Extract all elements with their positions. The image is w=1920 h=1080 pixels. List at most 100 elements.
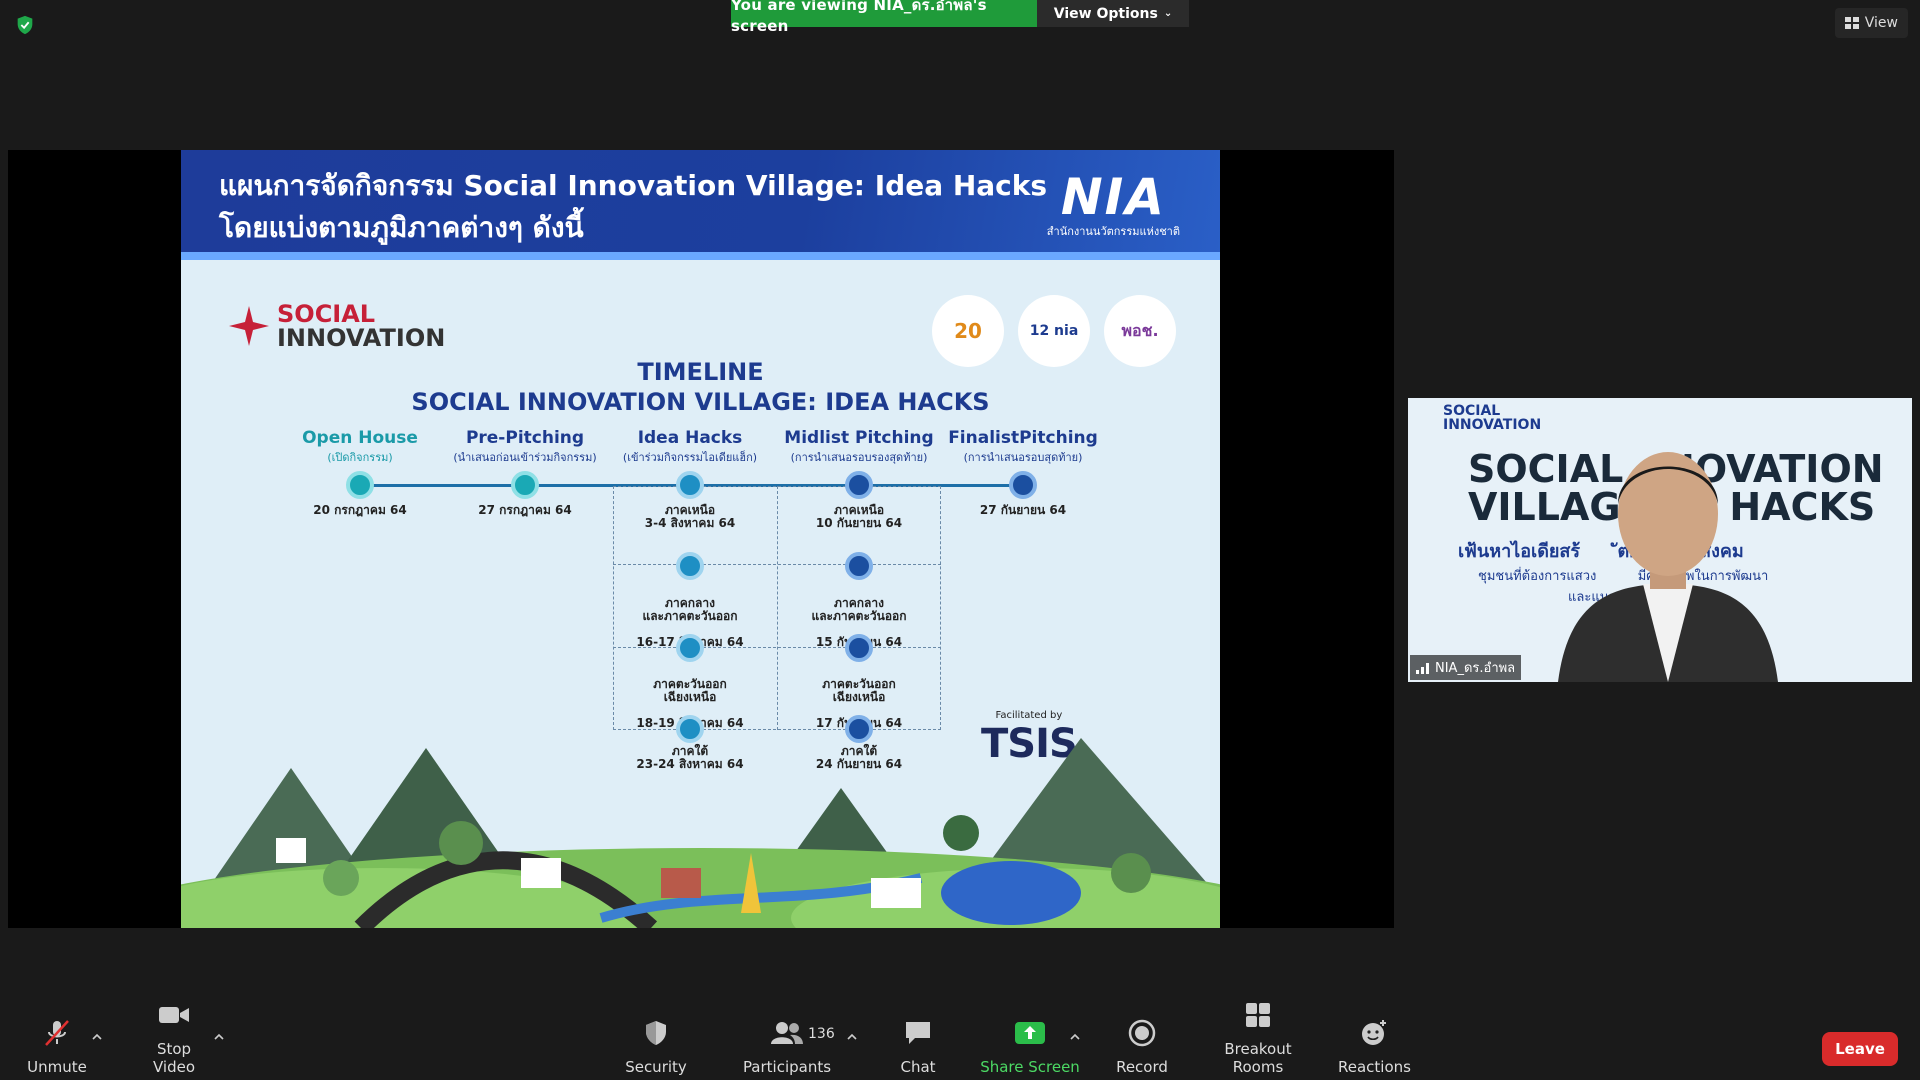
region-name: ภาคกลาง และภาคตะวันออก	[642, 596, 738, 623]
muted-microphone-icon	[45, 1020, 69, 1046]
chat-label: Chat	[900, 1058, 936, 1076]
reactions-label: Reactions	[1338, 1058, 1411, 1076]
record-icon	[1128, 1019, 1156, 1047]
participants-button[interactable]: Participants	[740, 1014, 834, 1076]
unmute-label: Unmute	[27, 1058, 87, 1076]
badge-12-nia: 12 nia	[1018, 295, 1090, 367]
timeline-dot	[511, 471, 539, 499]
leave-button[interactable]: Leave	[1822, 1032, 1898, 1066]
stage-name: FinalistPitching	[948, 428, 1098, 448]
si-logo-line2: INNOVATION	[277, 324, 446, 352]
participant-person	[1558, 452, 1778, 682]
chevron-up-icon[interactable]	[90, 1030, 104, 1044]
security-button[interactable]: Security	[621, 1014, 691, 1076]
record-label: Record	[1116, 1058, 1168, 1076]
view-options-button[interactable]: View Options ⌄	[1037, 0, 1189, 27]
participant-count: 136	[808, 1026, 835, 1042]
stage-midlist-pitching: Midlist Pitching (การนำเสนอรอบรองสุดท้าย…	[764, 428, 954, 466]
region-name: ภาคกลาง และภาคตะวันออก	[811, 596, 907, 623]
stop-video-label: Stop Video	[152, 1040, 196, 1076]
participant-name-tag: NIA_ดร.อำพล	[1410, 655, 1522, 680]
idea-hacks-region: ภาคเหนือ 3-4 สิงหาคม 64	[595, 504, 785, 530]
view-options-label: View Options	[1053, 5, 1158, 22]
midlist-region: ภาคเหนือ 10 กันยายน 64	[764, 504, 954, 530]
participants-icon	[771, 1022, 803, 1044]
chat-bubble-icon	[906, 1022, 930, 1044]
stage-subtitle: (การนำเสนอรอบรองสุดท้าย)	[790, 451, 928, 464]
record-button[interactable]: Record	[1112, 1014, 1172, 1076]
stage-name: Idea Hacks	[637, 428, 743, 448]
timeline-subtitle: SOCIAL INNOVATION VILLAGE: IDEA HACKS	[411, 388, 990, 416]
stage-date: 27 กันยายน 64	[979, 503, 1067, 517]
view-label: View	[1864, 15, 1898, 31]
landscape-illustration	[181, 738, 1220, 928]
stage-idea-hacks: Idea Hacks (เข้าร่วมกิจกรรมไอเดียแฮ็ก)	[595, 428, 785, 466]
region-dot	[676, 634, 704, 662]
participant-name: NIA_ดร.อำพล	[1435, 661, 1516, 676]
stage-name: Pre-Pitching	[465, 428, 585, 448]
smiley-reaction-icon	[1362, 1020, 1386, 1045]
breakout-rooms-label: Breakout Rooms	[1224, 1040, 1292, 1076]
region-dot	[845, 552, 873, 580]
badge-20-years: 20	[932, 295, 1004, 367]
meeting-toolbar: Unmute Stop Video Security Participants …	[0, 1000, 1920, 1080]
shared-screen: แผนการจัดกิจกรรม Social Innovation Villa…	[8, 150, 1394, 928]
timeline-title: TIMELINE	[637, 358, 764, 386]
chevron-up-icon[interactable]	[212, 1030, 226, 1044]
stage-name: Open House	[302, 428, 418, 448]
breakout-rooms-icon	[1246, 1003, 1270, 1027]
timeline-dot	[1009, 471, 1037, 499]
nia-logo: NIA สำนักงานนวัตกรรมแห่งชาติ	[1047, 172, 1180, 240]
video-camera-icon	[159, 1007, 189, 1023]
view-layout-button[interactable]: View	[1834, 8, 1908, 38]
header-stripe	[181, 252, 1220, 260]
stage-pre-pitching: Pre-Pitching (นำเสนอก่อนเข้าร่วมกิจกรรม)	[430, 428, 620, 466]
stage-subtitle: (เข้าร่วมกิจกรรมไอเดียแฮ็ก)	[622, 451, 758, 464]
stop-video-button[interactable]: Stop Video	[134, 996, 214, 1076]
region-dot	[845, 634, 873, 662]
chevron-up-icon[interactable]	[1068, 1030, 1082, 1044]
video-bg-logo: SOCIAL INNOVATION	[1443, 403, 1542, 433]
participants-label: Participants	[742, 1058, 832, 1076]
security-shield-icon	[646, 1021, 666, 1045]
share-screen-icon	[1015, 1022, 1045, 1044]
region-date: 3-4 สิงหาคม 64	[644, 516, 736, 530]
reactions-button[interactable]: Reactions	[1338, 1014, 1411, 1076]
security-label: Security	[625, 1058, 687, 1076]
stage-date: 20 กรกฎาคม 64	[313, 503, 407, 517]
chevron-down-icon: ⌄	[1163, 8, 1173, 19]
stage-finalist-pitching: FinalistPitching (การนำเสนอรอบสุดท้าย)	[928, 428, 1118, 466]
viewing-screen-banner: You are viewing NIA_ดร.อำพล's screen	[731, 0, 1037, 35]
stage-date: 27 กรกฎาคม 64	[478, 503, 572, 517]
nia-logo-subtitle: สำนักงานนวัตกรรมแห่งชาติ	[1046, 225, 1180, 238]
timeline-dot	[845, 471, 873, 499]
stage-name: Midlist Pitching	[784, 428, 934, 448]
unmute-button[interactable]: Unmute	[22, 1014, 92, 1076]
grid-view-icon	[1844, 17, 1859, 29]
slide-title-line1: แผนการจัดกิจกรรม Social Innovation Villa…	[219, 169, 1048, 202]
chevron-up-icon[interactable]	[845, 1030, 859, 1044]
nia-logo-text: NIA	[1060, 168, 1166, 226]
share-screen-label: Share Screen	[980, 1058, 1080, 1076]
region-dot	[676, 552, 704, 580]
slide-header: แผนการจัดกิจกรรม Social Innovation Villa…	[181, 150, 1220, 260]
region-date: 10 กันยายน 64	[815, 516, 903, 530]
stage-subtitle: (เปิดกิจกรรม)	[327, 451, 393, 464]
star-logo-icon	[229, 306, 269, 346]
encryption-shield-icon[interactable]	[14, 14, 36, 36]
stage-subtitle: (นำเสนอก่อนเข้าร่วมกิจกรรม)	[453, 451, 597, 464]
breakout-rooms-button[interactable]: Breakout Rooms	[1200, 996, 1316, 1076]
chat-button[interactable]: Chat	[888, 1014, 948, 1076]
share-screen-button[interactable]: Share Screen	[980, 1014, 1080, 1076]
zoom-meeting-window: You are viewing NIA_ดร.อำพล's screen Vie…	[0, 0, 1920, 1080]
presentation-slide: แผนการจัดกิจกรรม Social Innovation Villa…	[181, 150, 1220, 928]
timeline-dot	[676, 471, 704, 499]
social-innovation-logo: SOCIAL INNOVATION	[229, 302, 445, 350]
stage-subtitle: (การนำเสนอรอบสุดท้าย)	[963, 451, 1083, 464]
timeline-dot	[346, 471, 374, 499]
participant-video-tile[interactable]: SOCIAL INNOVATION SOCIAL NOVATION VILLAG…	[1408, 398, 1912, 682]
slide-title-line2: โดยแบ่งตามภูมิภาคต่างๆ ดังนี้	[219, 211, 584, 244]
partner-badges: 20 12 nia พอช.	[932, 295, 1176, 367]
badge-codi: พอช.	[1104, 295, 1176, 367]
signal-strength-icon	[1416, 662, 1429, 674]
